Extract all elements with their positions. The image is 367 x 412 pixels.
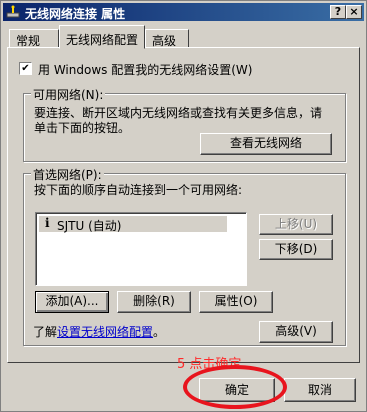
window-title: 无线网络连接 属性 <box>25 7 126 21</box>
preferred-networks-list[interactable]: i SJTU (自动) <box>35 212 247 286</box>
view-wireless-networks-button[interactable]: 查看无线网络 <box>200 133 332 155</box>
learn-more-text: 了解设置无线网络配置。 <box>33 323 165 340</box>
move-up-button[interactable]: 上移(U) <box>259 214 333 235</box>
available-networks-title: 可用网络(N): <box>31 86 106 103</box>
add-button[interactable]: 添加(A)... <box>35 291 109 313</box>
tab-advanced[interactable]: 高级 <box>145 29 189 49</box>
cancel-button[interactable]: 取消 <box>284 378 356 402</box>
preferred-networks-desc: 按下面的顺序自动连接到一个可用网络: <box>34 183 243 197</box>
setup-wireless-link[interactable]: 设置无线网络配置 <box>57 325 153 339</box>
learn-suffix: 。 <box>153 325 166 339</box>
help-button[interactable]: ? <box>330 5 346 19</box>
annotation-text: 5 点击确定 <box>177 357 242 372</box>
remove-button[interactable]: 删除(R) <box>117 291 191 313</box>
wireless-antenna-icon: i <box>45 216 50 230</box>
title-bar[interactable]: 无线网络连接 属性 ? × <box>3 3 364 21</box>
move-down-button[interactable]: 下移(D) <box>259 239 333 260</box>
list-item[interactable]: i SJTU (自动) <box>39 216 227 233</box>
network-connection-icon <box>6 5 20 18</box>
ok-button[interactable]: 确定 <box>199 378 275 402</box>
close-button[interactable]: × <box>346 5 362 19</box>
learn-prefix: 了解 <box>33 325 58 339</box>
available-networks-desc-2: 单击下面的按钮。 <box>34 121 131 135</box>
tab-general[interactable]: 常规 <box>9 29 59 49</box>
properties-button[interactable]: 属性(O) <box>199 291 273 313</box>
properties-dialog: 无线网络连接 属性 ? × 常规 无线网络配置 高级 ✔ 用 Windows 配… <box>0 0 367 412</box>
tab-wireless-networks[interactable]: 无线网络配置 <box>59 25 145 49</box>
use-windows-config-label[interactable]: 用 Windows 配置我的无线网络设置(W) <box>38 61 252 78</box>
advanced-button[interactable]: 高级(V) <box>259 321 333 343</box>
network-name: SJTU (自动) <box>57 219 122 233</box>
use-windows-config-checkbox[interactable]: ✔ <box>19 62 32 75</box>
